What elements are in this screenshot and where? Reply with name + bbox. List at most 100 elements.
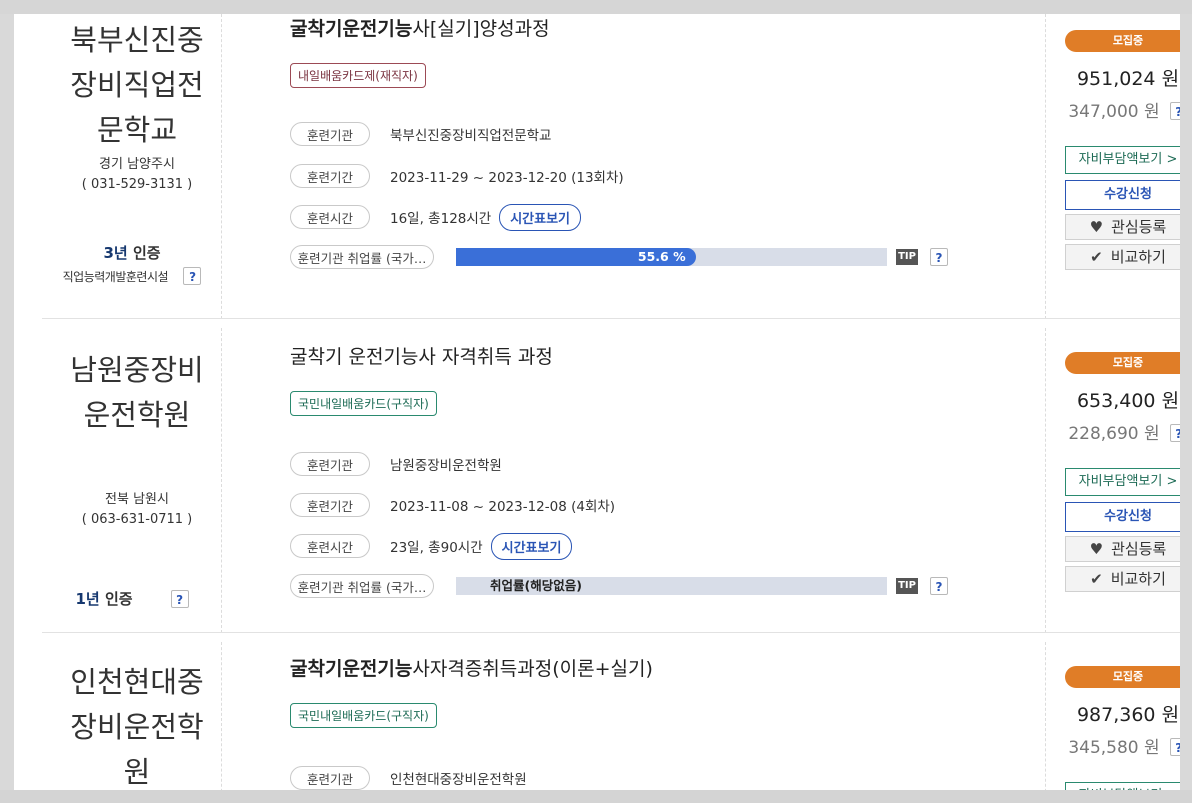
status-badge: 모집중 [1065,30,1180,52]
divider [1045,642,1046,790]
card-separator [42,632,1180,633]
course-title[interactable]: 굴착기운전기능사자격증취득과정(이론+실기) [290,654,653,681]
help-icon[interactable]: ? [1169,424,1180,442]
course-card: 남원중장비 운전학원 전북 남원시 ( 063-631-0711 ) 1년 인증… [42,328,1180,633]
certification-badge: 3년 인증 직업능력개발훈련시설 ? [42,242,222,285]
employment-bar: 취업률(해당없음) [456,577,887,595]
like-button[interactable]: ♥ 관심등록 [1065,536,1180,562]
time-row: 훈련시간 23일, 총90시간 시간표보기 [290,532,573,560]
org-row: 훈련기관 남원중장비운전학원 [290,451,502,477]
cert-label: 인증 [132,244,161,262]
course-title[interactable]: 굴착기운전기능사[실기]양성과정 [290,14,550,41]
employment-row: 훈련기관 취업률 (국가… [290,244,434,270]
course-list: 북부신진중 장비직업전 문학교 경기 남양주시 ( 031-529-3131 )… [14,14,1180,790]
employment-row: 훈련기관 취업률 (국가… [290,573,434,599]
help-icon[interactable]: ? [170,590,189,608]
compare-label: 비교하기 [1110,570,1166,588]
like-label: 관심등록 [1111,540,1167,558]
check-icon: ✔ [1090,248,1103,266]
course-header: 굴착기운전기능사[실기]양성과정 내일배움카드제(재직자) [290,14,550,88]
employment-na-text: 취업률(해당없음) [490,578,582,593]
period-label: 훈련기간 [290,164,370,188]
help-icon[interactable]: ? [1169,738,1180,756]
heart-icon: ♥ [1089,218,1104,236]
timetable-button[interactable]: 시간표보기 [499,203,582,231]
institution-name[interactable]: 북부신진중 장비직업전 문학교 [42,18,232,153]
period-label: 훈련기간 [290,493,370,517]
help-icon[interactable]: ? [1169,102,1180,120]
institution-location: 경기 남양주시 [99,157,175,172]
like-button[interactable]: ♥ 관심등록 [1065,214,1180,240]
compare-button[interactable]: ✔ 비교하기 [1065,244,1180,270]
certification-badge: 1년 인증? [42,588,222,609]
institution-name[interactable]: 인천현대중 장비운전학 원 [42,660,232,790]
price-panel: 모집중 987,360 원 345,580 원? 자비부담액보기 > [1065,666,1180,790]
time-value: 16일, 총128시간 [390,211,492,227]
window-bottom-edge [0,790,1192,803]
check-icon: ✔ [1090,570,1103,588]
divider [1045,14,1046,319]
institution-phone: ( 031-529-3131 ) [81,177,193,192]
employment-bar-fill: 55.6 % [456,248,696,266]
employment-bar: 55.6 % [456,248,887,266]
institution-location: 전북 남원시 [105,492,169,507]
apply-button[interactable]: 수강신청 [1065,180,1180,210]
tip-badge[interactable]: TIP [896,578,918,594]
cert-years: 1년 [75,590,100,608]
org-row: 훈련기관 인천현대중장비운전학원 [290,765,527,790]
timetable-button[interactable]: 시간표보기 [490,532,573,560]
card-separator [42,318,1180,319]
apply-button[interactable]: 수강신청 [1065,502,1180,532]
compare-label: 비교하기 [1110,248,1166,266]
institution-phone: ( 063-631-0711 ) [81,512,193,527]
time-label: 훈련시간 [290,205,370,229]
help-icon[interactable]: ? [183,267,202,285]
self-pay-view-button[interactable]: 자비부담액보기 > [1065,782,1180,790]
org-value: 인천현대중장비운전학원 [390,772,527,788]
self-pay-view-button[interactable]: 자비부담액보기 > [1065,146,1180,174]
price: 951,024 원 [1076,68,1180,90]
like-label: 관심등록 [1111,218,1167,236]
self-pay-price: 345,580 원 [1068,738,1160,758]
price: 987,360 원 [1076,704,1180,726]
course-card: 인천현대중 장비운전학 원 굴착기운전기능사자격증취득과정(이론+실기) 국민내… [42,642,1180,790]
price-panel: 모집중 653,400 원 228,690 원? 자비부담액보기 > 수강신청 … [1065,352,1180,592]
funding-tag: 국민내일배움카드(구직자) [290,391,437,416]
time-value: 23일, 총90시간 [390,540,483,556]
org-label: 훈련기관 [290,122,370,146]
institution-name[interactable]: 남원중장비 운전학원 [42,348,232,438]
org-value: 남원중장비운전학원 [390,458,502,474]
period-row: 훈련기간 2023-11-08 ~ 2023-12-08 (4회차) [290,492,615,518]
institution-info: 인천현대중 장비운전학 원 [42,660,232,790]
cert-subtitle: 직업능력개발훈련시설 [62,270,169,284]
time-label: 훈련시간 [290,534,370,558]
course-title[interactable]: 굴착기 운전기능사 자격취득 과정 [290,342,553,369]
org-label: 훈련기관 [290,766,370,790]
period-value: 2023-11-29 ~ 2023-12-20 (13회차) [390,170,624,186]
heart-icon: ♥ [1089,540,1104,558]
self-pay-view-button[interactable]: 자비부담액보기 > [1065,468,1180,496]
institution-info: 남원중장비 운전학원 전북 남원시 ( 063-631-0711 ) [42,348,232,528]
price-panel: 모집중 951,024 원 347,000 원? 자비부담액보기 > 수강신청 … [1065,30,1180,270]
status-badge: 모집중 [1065,352,1180,374]
course-card: 북부신진중 장비직업전 문학교 경기 남양주시 ( 031-529-3131 )… [42,14,1180,319]
cert-label: 인증 [104,590,133,608]
self-pay-price: 228,690 원 [1068,424,1160,444]
time-row: 훈련시간 16일, 총128시간 시간표보기 [290,203,582,231]
help-icon[interactable]: ? [930,248,948,266]
course-header: 굴착기 운전기능사 자격취득 과정 국민내일배움카드(구직자) [290,342,553,416]
price: 653,400 원 [1076,390,1180,412]
period-value: 2023-11-08 ~ 2023-12-08 (4회차) [390,499,616,515]
funding-tag: 내일배움카드제(재직자) [290,63,426,88]
org-value: 북부신진중장비직업전문학교 [390,128,552,144]
help-icon[interactable]: ? [930,577,948,595]
org-label: 훈련기관 [290,452,370,476]
tip-badge[interactable]: TIP [896,249,918,265]
employment-label: 훈련기관 취업률 (국가… [290,574,434,598]
compare-button[interactable]: ✔ 비교하기 [1065,566,1180,592]
status-badge: 모집중 [1065,666,1180,688]
org-row: 훈련기관 북부신진중장비직업전문학교 [290,121,551,147]
funding-tag: 국민내일배움카드(구직자) [290,703,437,728]
window-top-edge [0,0,1192,14]
institution-info: 북부신진중 장비직업전 문학교 경기 남양주시 ( 031-529-3131 ) [42,18,232,193]
